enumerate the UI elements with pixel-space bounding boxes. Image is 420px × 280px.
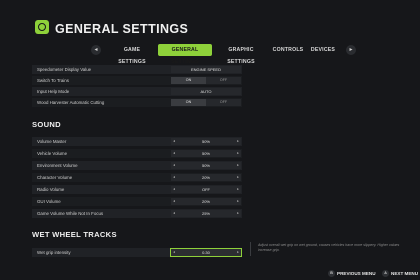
arrow-right-icon[interactable]: ▸ bbox=[235, 186, 241, 193]
wood-harvester-toggle[interactable]: ON OFF bbox=[171, 99, 241, 106]
divider bbox=[250, 242, 251, 256]
setting-row-input-help: Input Help Mode AUTO bbox=[32, 87, 242, 96]
stepper-value: 0.30 bbox=[202, 250, 210, 255]
tab-bar: ◂ GAME SETTINGS GENERAL SETTINGS GRAPHIC… bbox=[0, 44, 420, 65]
setting-row-environment-volume: Environment Volume ◂ 50% ▸ bbox=[32, 161, 242, 170]
setting-row-speedometer: Speedometer Display Value ENGINE SPEED bbox=[32, 65, 242, 74]
setting-label: Switch To Trains bbox=[37, 78, 69, 83]
next-menu-button[interactable]: A NEXT MENU bbox=[382, 269, 418, 278]
setting-label: Wood Harvester Automatic Cutting bbox=[37, 100, 105, 105]
a-button-icon: A bbox=[382, 270, 389, 278]
setting-label: Input Help Mode bbox=[37, 89, 70, 94]
settings-panel: Speedometer Display Value ENGINE SPEED S… bbox=[32, 62, 242, 262]
setting-row-character-volume: Character Volume ◂ 20% ▸ bbox=[32, 173, 242, 182]
radio-volume-stepper[interactable]: ◂ OFF ▸ bbox=[171, 186, 241, 193]
section-title-wet-wheel-tracks: WET WHEEL TRACKS bbox=[32, 230, 117, 239]
previous-menu-button[interactable]: B PREVIOUS MENU bbox=[328, 269, 376, 278]
select-value: AUTO bbox=[200, 89, 212, 94]
tab-devices[interactable]: DEVICES bbox=[310, 44, 336, 56]
section-title-sound: SOUND bbox=[32, 120, 61, 129]
stepper-value: 50% bbox=[201, 163, 210, 168]
arrow-right-icon[interactable]: ▸ bbox=[235, 249, 241, 256]
setting-row-gui-volume: GUI Volume ◂ 20% ▸ bbox=[32, 197, 242, 206]
gui-volume-stepper[interactable]: ◂ 20% ▸ bbox=[171, 198, 241, 205]
stepper-value: 25% bbox=[201, 211, 210, 216]
header: GENERAL SETTINGS bbox=[0, 0, 420, 40]
setting-row-focus-volume: Game Volume While Not In Focus ◂ 25% ▸ bbox=[32, 209, 242, 218]
switch-trains-toggle[interactable]: ON OFF bbox=[171, 77, 241, 84]
chevron-right-icon[interactable]: ▸ bbox=[346, 45, 356, 55]
setting-description: Adjust overall wet grip on wet ground, c… bbox=[258, 243, 400, 252]
arrow-right-icon[interactable]: ▸ bbox=[235, 150, 241, 157]
setting-label: Wet grip intensity bbox=[37, 250, 71, 255]
setting-label: Radio Volume bbox=[37, 187, 65, 192]
page-title: GENERAL SETTINGS bbox=[55, 22, 189, 36]
chevron-left-icon[interactable]: ◂ bbox=[91, 45, 101, 55]
select-value: ENGINE SPEED bbox=[190, 67, 221, 72]
setting-label: Environment Volume bbox=[37, 163, 78, 168]
setting-row-wood-harvester: Wood Harvester Automatic Cutting ON OFF bbox=[32, 98, 242, 107]
footer: B PREVIOUS MENU A NEXT MENU bbox=[0, 266, 420, 280]
setting-row-radio-volume: Radio Volume ◂ OFF ▸ bbox=[32, 185, 242, 194]
setting-label: Character Volume bbox=[37, 175, 73, 180]
vehicle-volume-stepper[interactable]: ◂ 50% ▸ bbox=[171, 150, 241, 157]
tab-graphic-settings[interactable]: GRAPHIC SETTINGS bbox=[216, 44, 266, 65]
speedometer-select[interactable]: ENGINE SPEED bbox=[171, 66, 241, 73]
setting-row-switch-trains: Switch To Trains ON OFF bbox=[32, 76, 242, 85]
environment-volume-stepper[interactable]: ◂ 50% ▸ bbox=[171, 162, 241, 169]
setting-label: Volume Master bbox=[37, 139, 67, 144]
tab-game-settings[interactable]: GAME SETTINGS bbox=[110, 44, 154, 65]
toggle-on-option[interactable]: ON bbox=[171, 77, 206, 84]
character-volume-stepper[interactable]: ◂ 20% ▸ bbox=[171, 174, 241, 181]
arrow-right-icon[interactable]: ▸ bbox=[235, 138, 241, 145]
tab-controls[interactable]: CONTROLS bbox=[272, 44, 304, 56]
arrow-right-icon[interactable]: ▸ bbox=[235, 198, 241, 205]
setting-label: Vehicle Volume bbox=[37, 151, 68, 156]
wet-grip-stepper[interactable]: ◂ 0.30 ▸ bbox=[170, 248, 242, 257]
b-button-icon: B bbox=[328, 270, 335, 278]
farming-logo-icon bbox=[35, 20, 49, 34]
input-help-select[interactable]: AUTO bbox=[171, 88, 241, 95]
stepper-value: 20% bbox=[201, 175, 210, 180]
previous-menu-label: PREVIOUS MENU bbox=[337, 271, 376, 276]
toggle-off-option[interactable]: OFF bbox=[206, 77, 241, 84]
arrow-right-icon[interactable]: ▸ bbox=[235, 174, 241, 181]
setting-row-vehicle-volume: Vehicle Volume ◂ 50% ▸ bbox=[32, 149, 242, 158]
stepper-value: OFF bbox=[202, 187, 210, 192]
volume-master-stepper[interactable]: ◂ 50% ▸ bbox=[171, 138, 241, 145]
toggle-on-option[interactable]: ON bbox=[171, 99, 206, 106]
next-menu-label: NEXT MENU bbox=[391, 271, 419, 276]
stepper-value: 50% bbox=[201, 139, 210, 144]
arrow-right-icon[interactable]: ▸ bbox=[235, 162, 241, 169]
setting-row-wet-grip: Wet grip intensity ◂ 0.30 ▸ bbox=[32, 248, 242, 257]
setting-row-volume-master: Volume Master ◂ 50% ▸ bbox=[32, 137, 242, 146]
arrow-right-icon[interactable]: ▸ bbox=[235, 210, 241, 217]
tab-general-settings[interactable]: GENERAL SETTINGS bbox=[158, 44, 212, 65]
focus-volume-stepper[interactable]: ◂ 25% ▸ bbox=[171, 210, 241, 217]
toggle-off-option[interactable]: OFF bbox=[206, 99, 241, 106]
stepper-value: 50% bbox=[201, 151, 210, 156]
setting-label: GUI Volume bbox=[37, 199, 61, 204]
setting-label: Game Volume While Not In Focus bbox=[37, 211, 104, 216]
stepper-value: 20% bbox=[201, 199, 210, 204]
setting-label: Speedometer Display Value bbox=[37, 67, 92, 72]
